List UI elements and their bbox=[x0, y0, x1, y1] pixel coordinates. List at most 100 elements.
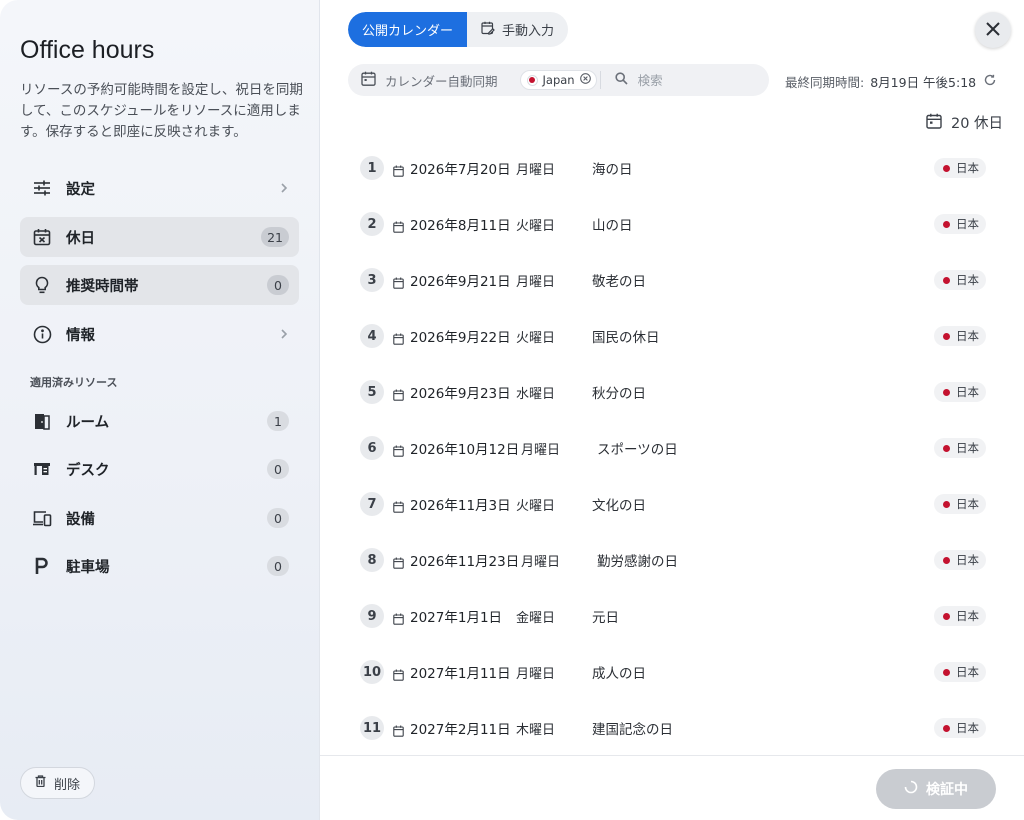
holiday-row[interactable]: 5 2026年9月23日 水曜日 秋分の日 日本 bbox=[320, 364, 1024, 420]
resource-item-desk[interactable]: デスク 0 bbox=[20, 449, 299, 489]
holiday-row[interactable]: 6 2026年10月12日 月曜日 スポーツの日 日本 bbox=[320, 420, 1024, 476]
dialog-description: リソースの予約可能時間を設定し、祝日を同期して、このスケジュールをリソースに適用… bbox=[20, 82, 303, 140]
row-number: 1 bbox=[360, 156, 384, 180]
trash-icon bbox=[35, 775, 54, 791]
holiday-row[interactable]: 8 2026年11月23日 月曜日 勤労感謝の日 日本 bbox=[320, 532, 1024, 588]
row-number: 9 bbox=[360, 604, 384, 628]
search-icon bbox=[614, 72, 628, 88]
region-badge: 日本 bbox=[934, 494, 986, 514]
holiday-row[interactable]: 3 2026年9月21日 月曜日 敬老の日 日本 bbox=[320, 252, 1024, 308]
resource-item-parking[interactable]: 駐車場 0 bbox=[20, 546, 299, 586]
tab-manual-entry[interactable]: 手動入力 bbox=[467, 12, 568, 47]
calendar-icon bbox=[393, 386, 404, 405]
holiday-date: 2027年1月11日 bbox=[410, 666, 511, 682]
count-badge: 0 bbox=[267, 508, 289, 528]
japan-flag-icon bbox=[941, 387, 951, 397]
region-badge: 日本 bbox=[934, 550, 986, 570]
holiday-row[interactable]: 2 2026年8月11日 火曜日 山の日 日本 bbox=[320, 196, 1024, 252]
japan-flag-icon bbox=[941, 275, 951, 285]
holiday-date: 2027年2月11日 bbox=[410, 722, 511, 738]
dialog-title: Office hours bbox=[20, 36, 155, 64]
holiday-name: 元日 bbox=[592, 610, 619, 626]
count-badge: 21 bbox=[261, 227, 289, 247]
auto-sync-label[interactable]: カレンダー自動同期 bbox=[385, 71, 498, 90]
holiday-weekday: 火曜日 bbox=[516, 330, 556, 346]
region-badge: 日本 bbox=[934, 214, 986, 234]
parking-icon bbox=[32, 556, 52, 576]
dialog-footer: 検証中 bbox=[320, 755, 1024, 820]
region-badge: 日本 bbox=[934, 270, 986, 290]
sidebar-item-label: 休日 bbox=[66, 230, 95, 247]
sidebar-item-recommended-times[interactable]: 推奨時間帯 0 bbox=[20, 265, 299, 305]
sidebar-item-label: ルーム bbox=[66, 414, 110, 431]
remove-chip-icon[interactable] bbox=[579, 73, 591, 87]
last-sync-value: 8月19日 午後5:18 bbox=[870, 75, 977, 90]
tab-public-calendar[interactable]: 公開カレンダー bbox=[348, 12, 468, 47]
holiday-name: 建国記念の日 bbox=[592, 722, 673, 738]
holiday-date: 2026年11月3日 bbox=[410, 498, 511, 514]
refresh-icon[interactable] bbox=[984, 74, 996, 89]
japan-flag-icon bbox=[526, 74, 538, 86]
delete-button[interactable]: 削除 bbox=[20, 767, 96, 799]
verify-button[interactable]: 検証中 bbox=[876, 769, 996, 809]
japan-flag-icon bbox=[941, 611, 951, 621]
holiday-row[interactable]: 7 2026年11月3日 火曜日 文化の日 日本 bbox=[320, 476, 1024, 532]
calendar-icon bbox=[361, 71, 376, 89]
row-number: 11 bbox=[360, 716, 384, 740]
region-badge: 日本 bbox=[934, 606, 986, 626]
count-badge: 0 bbox=[267, 556, 289, 576]
row-number: 2 bbox=[360, 212, 384, 236]
calendar-x-icon bbox=[32, 227, 52, 247]
holiday-list: 1 2026年7月20日 月曜日 海の日 日本 2 2026年8月11日 火曜日… bbox=[320, 140, 1024, 755]
region-label: 日本 bbox=[956, 721, 979, 735]
region-label: 日本 bbox=[956, 217, 979, 231]
count-badge: 0 bbox=[267, 459, 289, 479]
holiday-weekday: 火曜日 bbox=[516, 218, 556, 234]
sidebar: Office hours リソースの予約可能時間を設定し、祝日を同期して、このス… bbox=[0, 0, 320, 820]
delete-label: 削除 bbox=[54, 777, 81, 793]
sidebar-item-label: 情報 bbox=[66, 327, 95, 344]
japan-flag-icon bbox=[941, 499, 951, 509]
holiday-date: 2026年9月21日 bbox=[410, 274, 511, 290]
japan-flag-icon bbox=[941, 163, 951, 173]
desk-icon bbox=[32, 459, 52, 479]
info-icon bbox=[32, 324, 52, 344]
holiday-weekday: 木曜日 bbox=[516, 722, 556, 738]
japan-flag-icon bbox=[941, 219, 951, 229]
holiday-row[interactable]: 10 2027年1月11日 月曜日 成人の日 日本 bbox=[320, 644, 1024, 700]
row-number: 6 bbox=[360, 436, 384, 460]
holiday-name: 海の日 bbox=[592, 162, 633, 178]
holiday-row[interactable]: 9 2027年1月1日 金曜日 元日 日本 bbox=[320, 588, 1024, 644]
count-badge: 0 bbox=[267, 275, 289, 295]
calendar-icon bbox=[393, 554, 404, 573]
divider bbox=[599, 71, 601, 89]
close-icon bbox=[986, 21, 1000, 40]
calendar-icon bbox=[393, 610, 404, 629]
holiday-row[interactable]: 11 2027年2月11日 木曜日 建国記念の日 日本 bbox=[320, 700, 1024, 755]
resource-item-equipment[interactable]: 設備 0 bbox=[20, 498, 299, 538]
holiday-weekday: 水曜日 bbox=[516, 386, 556, 402]
calendar-edit-icon bbox=[481, 21, 502, 39]
holiday-date: 2026年7月20日 bbox=[410, 162, 511, 178]
sidebar-item-label: デスク bbox=[66, 462, 110, 479]
calendar-icon bbox=[393, 218, 404, 237]
sidebar-item-info[interactable]: 情報 bbox=[20, 314, 299, 354]
row-number: 7 bbox=[360, 492, 384, 516]
country-chip[interactable]: Japan bbox=[519, 70, 597, 90]
region-label: 日本 bbox=[956, 665, 979, 679]
applied-resources-heading: 適用済みリソース bbox=[30, 376, 118, 389]
door-icon bbox=[32, 411, 52, 431]
close-button[interactable] bbox=[975, 12, 1011, 48]
region-badge: 日本 bbox=[934, 662, 986, 682]
tab-label: 公開カレンダー bbox=[362, 24, 454, 39]
sidebar-item-holidays[interactable]: 休日 21 bbox=[20, 217, 299, 257]
source-tabs: 公開カレンダー 手動入力 bbox=[348, 12, 569, 47]
holiday-count: 20 休日 bbox=[926, 112, 1003, 133]
region-label: 日本 bbox=[956, 385, 979, 399]
holiday-row[interactable]: 1 2026年7月20日 月曜日 海の日 日本 bbox=[320, 140, 1024, 196]
sidebar-item-settings[interactable]: 設定 bbox=[20, 168, 299, 208]
region-label: 日本 bbox=[956, 329, 979, 343]
search-input[interactable] bbox=[637, 72, 748, 88]
holiday-row[interactable]: 4 2026年9月22日 火曜日 国民の休日 日本 bbox=[320, 308, 1024, 364]
resource-item-room[interactable]: ルーム 1 bbox=[20, 401, 299, 441]
